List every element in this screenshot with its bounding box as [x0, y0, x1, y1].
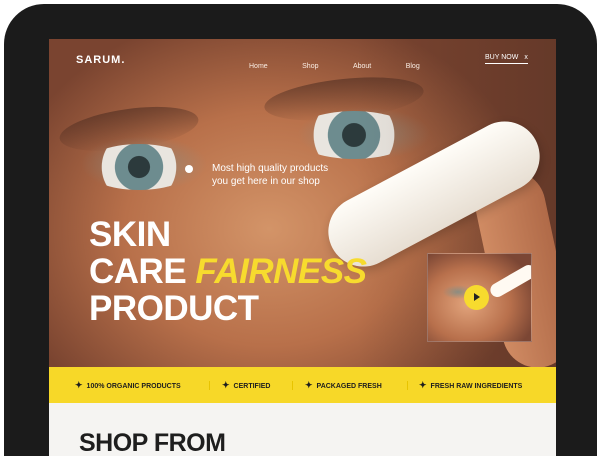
close-icon: x — [524, 54, 528, 61]
play-icon[interactable] — [464, 285, 489, 310]
tagline-dot-icon — [185, 165, 193, 173]
buy-now-button[interactable]: BUY NOW x — [485, 54, 528, 64]
nav-link-about[interactable]: About — [353, 63, 371, 70]
feature-raw: ✦ FRESH RAW INGREDIENTS — [419, 380, 522, 391]
feature-divider — [407, 381, 408, 390]
sparkle-icon: ✦ — [222, 380, 230, 390]
feature-certified: ✦ CERTIFIED — [222, 380, 271, 391]
feature-packaged: ✦ PACKAGED FRESH — [305, 380, 382, 391]
video-thumbnail-cream — [487, 262, 531, 300]
hero-headline: SKIN CARE FAIRNESS PRODUCT — [89, 215, 367, 328]
feature-divider — [292, 381, 293, 390]
section-title: SHOP FROM — [79, 429, 226, 456]
feature-label: CERTIFIED — [233, 383, 271, 390]
headline-line-2: CARE FAIRNESS — [89, 252, 367, 291]
sparkle-icon: ✦ — [305, 380, 313, 390]
sparkle-icon: ✦ — [75, 380, 83, 390]
video-thumbnail[interactable] — [427, 253, 532, 342]
feature-label: 100% ORGANIC PRODUCTS — [86, 383, 181, 390]
headline-accent: FAIRNESS — [195, 252, 367, 291]
top-nav: SARUM. Home Shop About Blog BUY NOW x — [49, 39, 556, 79]
buy-now-label: BUY NOW — [485, 54, 519, 61]
shop-section: SHOP FROM — [49, 403, 556, 456]
headline-line-1: SKIN — [89, 215, 171, 254]
feature-organic: ✦ 100% ORGANIC PRODUCTS — [75, 380, 181, 391]
headline-line-3: PRODUCT — [89, 289, 259, 328]
feature-divider — [209, 381, 210, 390]
hero-photo-eye-left — [84, 144, 194, 190]
sparkle-icon: ✦ — [419, 380, 427, 390]
device-frame: SARUM. Home Shop About Blog BUY NOW x Mos… — [4, 4, 597, 456]
feature-label: FRESH RAW INGREDIENTS — [430, 383, 523, 390]
headline-care: CARE — [89, 252, 187, 291]
nav-link-blog[interactable]: Blog — [406, 63, 420, 70]
hero-tagline: Most high quality products you get here … — [212, 163, 329, 187]
feature-strip: ✦ 100% ORGANIC PRODUCTS ✦ CERTIFIED ✦ PACKA… — [49, 367, 556, 403]
brand-logo[interactable]: SARUM. — [76, 54, 125, 66]
hero-section: SARUM. Home Shop About Blog BUY NOW x Mos… — [49, 39, 556, 367]
website-screen: SARUM. Home Shop About Blog BUY NOW x Mos… — [49, 39, 556, 456]
nav-link-home[interactable]: Home — [249, 63, 268, 70]
nav-links: Home Shop About Blog — [249, 55, 450, 73]
nav-link-shop[interactable]: Shop — [302, 63, 318, 70]
feature-label: PACKAGED FRESH — [316, 383, 382, 390]
